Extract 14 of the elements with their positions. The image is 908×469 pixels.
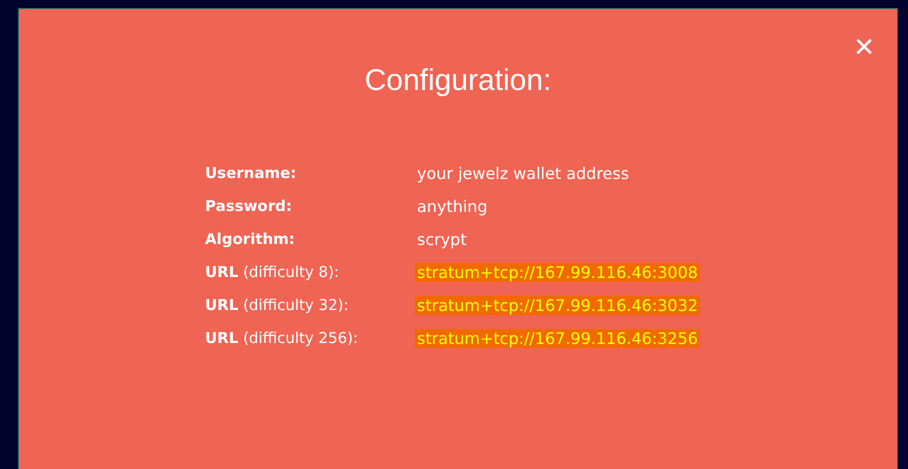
field-value: your jewelz wallet address (416, 164, 630, 182)
field-value: anything (416, 196, 489, 216)
field-label: Algorithm: (205, 230, 296, 248)
field-label: URL (difficulty 32): (205, 296, 350, 314)
field-label: Password: (205, 197, 293, 215)
field-value: stratum+tcp://167.99.116.46:3256 (415, 328, 700, 348)
field-label: URL (difficulty 8): (205, 263, 340, 281)
close-button[interactable]: ✕ (853, 35, 875, 61)
field-label: Username: (205, 164, 298, 182)
field-label: URL (difficulty 256): (205, 329, 360, 347)
field-value: stratum+tcp://167.99.116.46:3008 (415, 262, 700, 282)
field-value: scrypt (416, 230, 468, 248)
dialog-title: Configuration: (364, 64, 552, 98)
field-value: stratum+tcp://167.99.116.46:3032 (415, 296, 700, 314)
